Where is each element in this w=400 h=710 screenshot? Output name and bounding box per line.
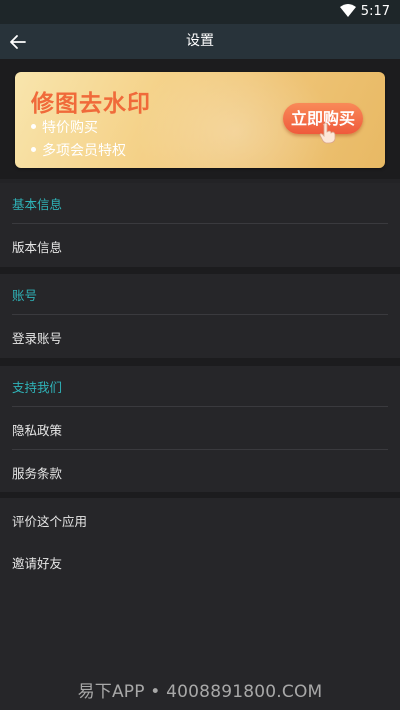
section-header: 账号: [12, 288, 38, 303]
bullet-dot-icon: [31, 123, 36, 129]
item-label: 服务条款: [12, 466, 63, 481]
section-header: 支持我们: [12, 380, 63, 395]
status-bar: 5:17: [0, 0, 400, 24]
terms-of-service-item[interactable]: 服务条款: [0, 450, 400, 492]
section-gap: [0, 267, 400, 274]
banner-bullet: 多项会员特权: [31, 140, 126, 160]
item-label: 邀请好友: [12, 556, 63, 571]
item-label: 隐私政策: [12, 423, 63, 438]
banner-bullet-text: 特价购买: [42, 120, 98, 136]
page-title: 设置: [186, 33, 214, 49]
section-gap: [0, 358, 400, 366]
section-header: 基本信息: [12, 197, 63, 212]
rate-app-item[interactable]: 评价这个应用: [0, 498, 400, 540]
bullet-dot-icon: [31, 146, 36, 152]
banner-bullet-text: 多项会员特权: [42, 143, 126, 159]
section-basic-info: 基本信息 版本信息: [0, 183, 400, 267]
section-account: 账号 登录账号: [0, 274, 400, 358]
banner-bullet: 特价购买: [31, 117, 98, 137]
arrow-left-icon[interactable]: [9, 33, 27, 51]
section-support-us: 支持我们 隐私政策 服务条款: [0, 366, 400, 492]
status-time: 5:17: [360, 4, 390, 19]
app-bar: 设置: [0, 24, 400, 59]
watermark: 易下APP • 4008891800.COM: [77, 682, 323, 702]
login-account-item[interactable]: 登录账号: [0, 315, 400, 357]
version-info-item[interactable]: 版本信息: [0, 224, 400, 266]
banner-container: 修图去水印 特价购买 多项会员特权 立即购买: [0, 59, 400, 179]
banner-headline: 修图去水印: [31, 91, 151, 117]
wifi-icon: [340, 4, 356, 17]
item-label: 评价这个应用: [12, 514, 88, 529]
invite-friends-item[interactable]: 邀请好友: [0, 540, 400, 582]
pointing-hand-icon: [319, 122, 336, 144]
item-label: 版本信息: [12, 240, 63, 255]
privacy-policy-item[interactable]: 隐私政策: [0, 407, 400, 449]
vip-promo-banner[interactable]: 修图去水印 特价购买 多项会员特权 立即购买: [15, 72, 385, 168]
item-label: 登录账号: [12, 331, 63, 346]
